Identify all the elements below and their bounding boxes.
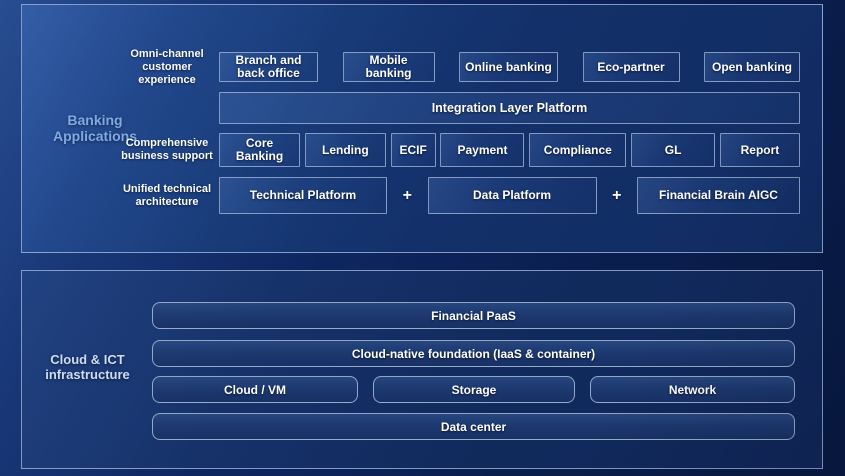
cloud-ict-section-label: Cloud & ICT infrastructure — [20, 352, 155, 382]
box-online-banking: Online banking — [459, 52, 558, 82]
box-label: Compliance — [544, 144, 612, 157]
technical-architecture-row: Technical Platform + Data Platform + Fin… — [219, 177, 800, 214]
box-report: Report — [720, 133, 800, 167]
technical-architecture-row-label-text: Unified technical architecture — [112, 183, 222, 209]
plus-sign: + — [403, 187, 412, 205]
integration-layer-platform-label: Integration Layer Platform — [432, 101, 588, 115]
box-data-platform: Data Platform — [428, 177, 597, 214]
business-support-row-label: Comprehensive business support — [100, 137, 234, 163]
box-mobile-banking: Mobile banking — [343, 52, 435, 82]
box-label: Eco-partner — [597, 61, 664, 74]
box-cloud-native-foundation: Cloud-native foundation (IaaS & containe… — [152, 340, 795, 367]
box-label: Mobile banking — [363, 54, 415, 80]
box-eco-partner: Eco-partner — [583, 52, 680, 82]
box-label: Online banking — [465, 61, 552, 74]
technical-architecture-row-label: Unified technical architecture — [100, 183, 234, 209]
business-support-row: Core Banking Lending ECIF Payment Compli… — [219, 133, 800, 167]
box-data-center: Data center — [152, 413, 795, 440]
box-financial-brain-aigc: Financial Brain AIGC — [637, 177, 800, 214]
box-label: ECIF — [399, 144, 426, 157]
business-support-row-label-text: Comprehensive business support — [117, 137, 217, 163]
box-label: Technical Platform — [250, 189, 356, 202]
architecture-slide: Banking Applications Omni-channel custom… — [0, 0, 845, 476]
omni-channel-row: Branch and back office Mobile banking On… — [219, 52, 800, 82]
box-label: Financial PaaS — [431, 309, 516, 323]
box-gl: GL — [631, 133, 715, 167]
box-storage: Storage — [373, 376, 575, 403]
cloud-ict-section-label-text: Cloud & ICT infrastructure — [33, 352, 143, 382]
box-open-banking: Open banking — [704, 52, 800, 82]
box-technical-platform: Technical Platform — [219, 177, 387, 214]
infrastructure-row: Cloud / VM Storage Network — [152, 376, 795, 403]
omni-channel-row-label: Omni-channel customer experience — [100, 48, 234, 87]
box-financial-paas: Financial PaaS — [152, 302, 795, 329]
box-payment: Payment — [440, 133, 524, 167]
box-label: Financial Brain AIGC — [659, 189, 778, 202]
box-ecif: ECIF — [391, 133, 436, 167]
box-label: Cloud / VM — [224, 383, 286, 397]
box-label: Cloud-native foundation (IaaS & containe… — [352, 347, 595, 361]
box-label: Lending — [322, 144, 369, 157]
box-label: Branch and back office — [233, 54, 305, 80]
box-network: Network — [590, 376, 795, 403]
box-core-banking: Core Banking — [219, 133, 300, 167]
box-branch-and-back-office: Branch and back office — [219, 52, 318, 82]
box-label: Report — [741, 144, 780, 157]
box-label: Payment — [457, 144, 507, 157]
box-label: Open banking — [712, 61, 792, 74]
box-label: Network — [669, 383, 716, 397]
box-label: Core Banking — [234, 137, 286, 163]
box-label: Storage — [452, 383, 497, 397]
integration-layer-platform-bar: Integration Layer Platform — [219, 92, 800, 124]
box-label: GL — [665, 144, 682, 157]
box-label: Data Platform — [473, 189, 551, 202]
box-label: Data center — [441, 420, 506, 434]
box-cloud-vm: Cloud / VM — [152, 376, 358, 403]
box-compliance: Compliance — [529, 133, 626, 167]
omni-channel-row-label-text: Omni-channel customer experience — [126, 48, 208, 87]
plus-separator: + — [612, 177, 621, 214]
box-lending: Lending — [305, 133, 386, 167]
plus-sign: + — [612, 187, 621, 205]
plus-separator: + — [403, 177, 412, 214]
